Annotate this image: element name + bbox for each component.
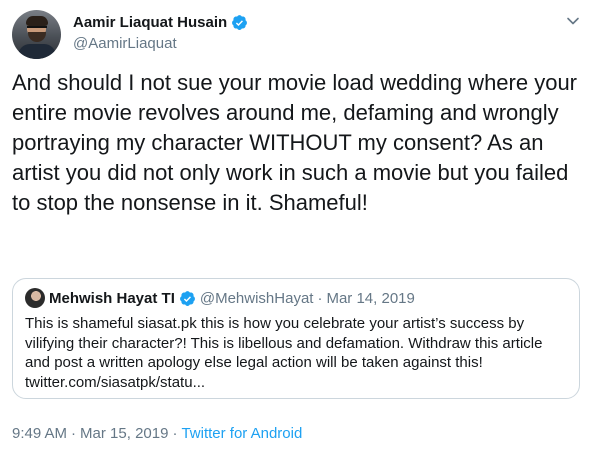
footer-separator: · bbox=[71, 425, 77, 442]
avatar-hair bbox=[26, 16, 48, 26]
quoted-author-avatar bbox=[25, 288, 45, 308]
author-name-row[interactable]: Aamir Liaquat Husain bbox=[73, 14, 248, 31]
chevron-down-icon[interactable] bbox=[566, 14, 580, 28]
tweet-text: And should I not sue your movie load wed… bbox=[12, 70, 578, 215]
avatar-beard bbox=[28, 32, 46, 42]
author-avatar[interactable] bbox=[12, 10, 61, 59]
quoted-tweet-header: Mehwish Hayat TI @MehwishHayat · Mar 14,… bbox=[25, 288, 415, 308]
tweet-footer: 9:49 AM · Mar 15, 2019 · Twitter for And… bbox=[12, 425, 302, 442]
meta-separator: · bbox=[317, 289, 323, 307]
quoted-tweet-date: Mar 14, 2019 bbox=[326, 289, 415, 307]
quoted-author-handle: @MehwishHayat bbox=[199, 289, 314, 307]
verified-badge-icon bbox=[179, 290, 195, 306]
avatar-shirt bbox=[18, 44, 56, 59]
tweet-card: Aamir Liaquat Husain @AamirLiaquat And s… bbox=[0, 0, 594, 453]
tweet-date[interactable]: Mar 15, 2019 bbox=[80, 425, 168, 442]
avatar-glasses bbox=[27, 26, 47, 30]
quoted-author-display-name: Mehwish Hayat TI bbox=[49, 289, 175, 307]
footer-separator: · bbox=[172, 425, 178, 442]
quoted-tweet-text: This is shameful siasat.pk this is how y… bbox=[25, 315, 543, 391]
author-handle[interactable]: @AamirLiaquat bbox=[73, 35, 177, 52]
tweet-source-link[interactable]: Twitter for Android bbox=[181, 425, 302, 442]
quoted-tweet[interactable]: Mehwish Hayat TI @MehwishHayat · Mar 14,… bbox=[12, 278, 580, 399]
tweet-time[interactable]: 9:49 AM bbox=[12, 425, 67, 442]
verified-badge-icon bbox=[232, 15, 248, 30]
author-display-name[interactable]: Aamir Liaquat Husain bbox=[73, 14, 227, 31]
